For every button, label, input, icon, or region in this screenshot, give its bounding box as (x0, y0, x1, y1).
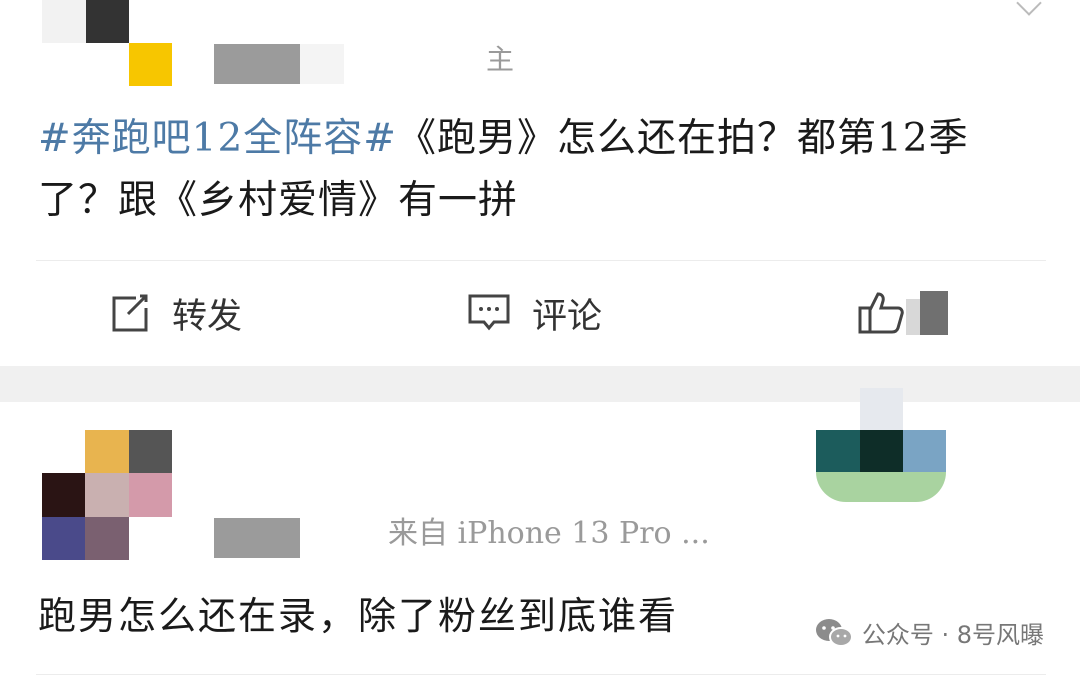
comment-icon (468, 294, 510, 331)
repost-icon (112, 294, 148, 332)
watermark: 公众号 · 8号风曝 (814, 615, 1044, 650)
post-content: #奔跑吧12全阵容#《跑男》怎么还在拍？都第12季了？跟《乡村爱情》有一拼 (38, 108, 1038, 232)
wechat-icon (815, 618, 853, 647)
divider (36, 674, 1046, 675)
author-badge: 主 (486, 43, 515, 76)
comment-label: 评论 (532, 296, 603, 337)
repost-label: 转发 (172, 296, 243, 337)
divider (36, 260, 1046, 261)
reply-username-blurred[interactable] (214, 518, 300, 558)
post-avatar[interactable] (42, 0, 172, 86)
reply-device: 来自 iPhone 13 Pro ... (388, 516, 710, 551)
reply-badge-blurred[interactable] (816, 388, 946, 502)
like-button[interactable] (856, 288, 948, 338)
reply-text: 跑男怎么还在录，除了粉丝到底谁看 (38, 594, 679, 638)
reply-avatar[interactable] (42, 430, 172, 560)
thumbs-up-icon (858, 292, 904, 334)
watermark-text: 公众号 · 8号风曝 (861, 621, 1044, 649)
comment-button[interactable]: 评论 (466, 288, 602, 338)
hashtag-link[interactable]: #奔跑吧12全阵容# (38, 116, 397, 161)
chevron-down-icon[interactable] (1016, 0, 1042, 16)
repost-button[interactable]: 转发 (106, 288, 242, 338)
post-username-blurred[interactable] (214, 44, 344, 84)
like-count-blurred (906, 291, 948, 335)
